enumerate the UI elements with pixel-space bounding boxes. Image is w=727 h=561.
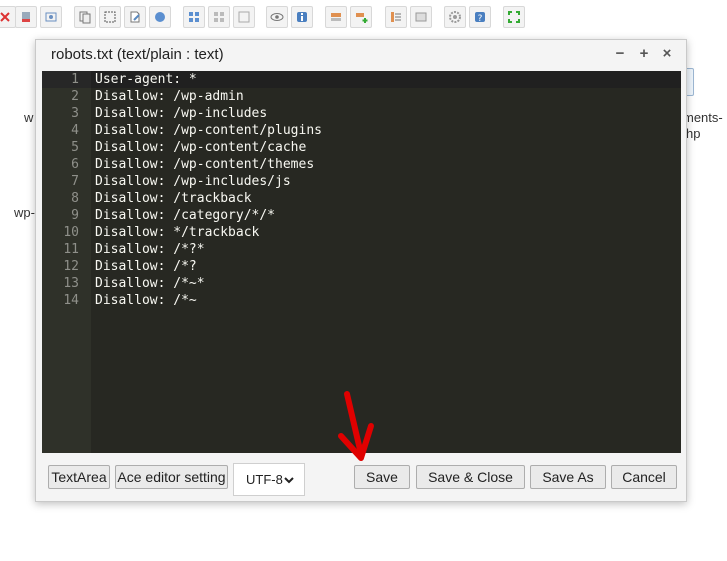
- chevron-down-icon: [284, 477, 294, 484]
- code-line[interactable]: 11 Disallow: /*?*: [42, 241, 681, 258]
- save-as-button[interactable]: Save As: [530, 465, 606, 489]
- code-line[interactable]: 13 Disallow: /*~*: [42, 275, 681, 292]
- info-icon[interactable]: [291, 6, 313, 28]
- code-text: Disallow: /wp-includes: [95, 106, 268, 121]
- background-file-label: hp: [686, 126, 701, 141]
- code-line[interactable]: 10 Disallow: */trackback: [42, 224, 681, 241]
- line-number: 4: [71, 123, 79, 138]
- delete-icon[interactable]: [0, 6, 16, 28]
- code-text: Disallow: /wp-content/plugins: [95, 123, 322, 138]
- code-line[interactable]: 5 Disallow: /wp-content/cache: [42, 139, 681, 156]
- line-number: 14: [63, 293, 79, 308]
- image-icon[interactable]: [40, 6, 62, 28]
- fullscreen-icon[interactable]: [503, 6, 525, 28]
- dialog-title: robots.txt (text/plain : text): [51, 46, 224, 63]
- code-text: Disallow: /category/*/*: [95, 208, 276, 223]
- code-line[interactable]: 8 Disallow: /trackback: [42, 190, 681, 207]
- grid-small-icon[interactable]: [233, 6, 255, 28]
- line-number: 2: [71, 89, 79, 104]
- grid-alt-icon[interactable]: [208, 6, 230, 28]
- code-line[interactable]: 9 Disallow: /category/*/*: [42, 207, 681, 224]
- line-number: 6: [71, 157, 79, 172]
- line-number: 13: [63, 276, 79, 291]
- code-text: Disallow: /trackback: [95, 191, 252, 206]
- save-close-button[interactable]: Save & Close: [416, 465, 525, 489]
- code-text: Disallow: /wp-admin: [95, 89, 244, 104]
- save-button[interactable]: Save: [354, 465, 410, 489]
- line-number: 11: [63, 242, 79, 257]
- code-line[interactable]: 14 Disallow: /*~: [42, 292, 681, 309]
- code-line[interactable]: 4 Disallow: /wp-content/plugins: [42, 122, 681, 139]
- code-line[interactable]: 1 User-agent: *: [42, 71, 681, 88]
- code-text: Disallow: /*?*: [95, 242, 205, 257]
- code-line[interactable]: 2 Disallow: /wp-admin: [42, 88, 681, 105]
- move-icon[interactable]: [325, 6, 347, 28]
- maximize-icon[interactable]: +: [636, 45, 652, 62]
- line-number: 12: [63, 259, 79, 274]
- encoding-value: UTF-8: [246, 472, 283, 487]
- code-text: Disallow: /wp-content/cache: [95, 140, 307, 155]
- settings-icon[interactable]: [444, 6, 466, 28]
- code-line[interactable]: 6 Disallow: /wp-content/themes: [42, 156, 681, 173]
- code-text: Disallow: /*?: [95, 259, 197, 274]
- code-text: Disallow: /wp-includes/js: [95, 174, 291, 189]
- svg-text:?: ?: [478, 14, 483, 24]
- line-number: 1: [71, 72, 79, 87]
- grid-icon[interactable]: [183, 6, 205, 28]
- minimize-icon[interactable]: −: [612, 45, 628, 62]
- line-number: 8: [71, 191, 79, 206]
- code-text: User-agent: *: [95, 72, 197, 87]
- code-text: Disallow: /wp-content/themes: [95, 157, 315, 172]
- code-text: Disallow: /*~: [95, 293, 197, 308]
- background-file-label: wp-: [14, 205, 35, 220]
- line-number: 10: [63, 225, 79, 240]
- list-icon[interactable]: [385, 6, 407, 28]
- cancel-button[interactable]: Cancel: [611, 465, 677, 489]
- add-icon[interactable]: [350, 6, 372, 28]
- clipboard-icon[interactable]: [15, 6, 37, 28]
- line-number: 7: [71, 174, 79, 189]
- line-number: 5: [71, 140, 79, 155]
- properties-icon[interactable]: [410, 6, 432, 28]
- dialog-titlebar[interactable]: robots.txt (text/plain : text) − + ×: [36, 40, 686, 68]
- close-icon[interactable]: ×: [659, 45, 675, 62]
- code-line[interactable]: 3 Disallow: /wp-includes: [42, 105, 681, 122]
- code-line[interactable]: 7 Disallow: /wp-includes/js: [42, 173, 681, 190]
- line-number: 9: [71, 208, 79, 223]
- background-file-label: w: [24, 110, 34, 125]
- ace-editor-setting-button[interactable]: Ace editor setting: [115, 465, 228, 489]
- code-text: Disallow: */trackback: [95, 225, 260, 240]
- code-line[interactable]: 12 Disallow: /*?: [42, 258, 681, 275]
- background-file-label: ments-: [683, 110, 723, 125]
- encoding-select[interactable]: UTF-8: [233, 463, 305, 496]
- select-icon[interactable]: [99, 6, 121, 28]
- help-icon[interactable]: ?: [469, 6, 491, 28]
- toolbar: ?: [0, 0, 727, 38]
- file-edit-icon[interactable]: [124, 6, 146, 28]
- copy-icon[interactable]: [74, 6, 96, 28]
- view-icon[interactable]: [266, 6, 288, 28]
- textarea-button[interactable]: TextArea: [48, 465, 110, 489]
- annotation-arrow-icon: [338, 391, 374, 461]
- line-number: 3: [71, 106, 79, 121]
- code-text: Disallow: /*~*: [95, 276, 205, 291]
- network-icon[interactable]: [149, 6, 171, 28]
